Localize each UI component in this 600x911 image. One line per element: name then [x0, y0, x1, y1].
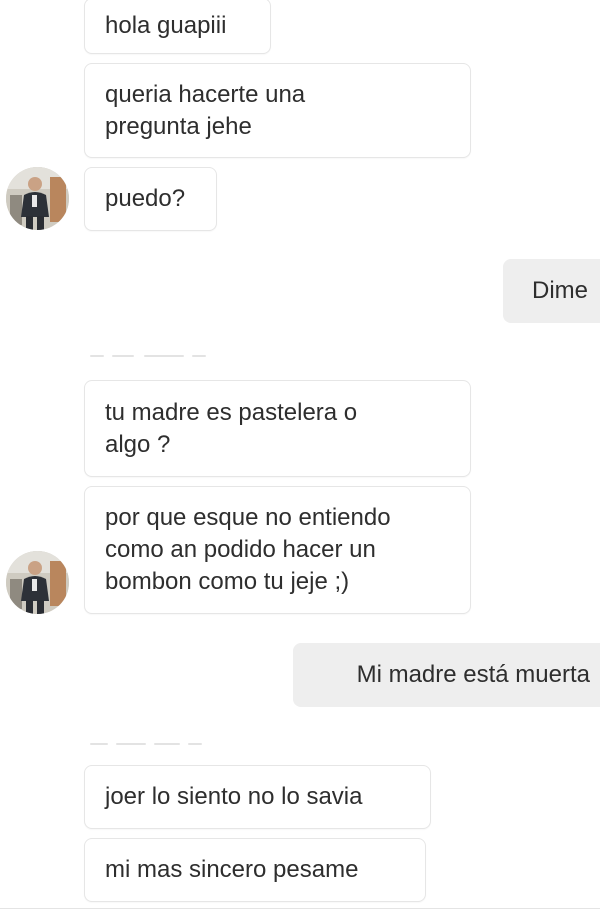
contact-avatar[interactable] — [6, 167, 69, 230]
message-text: Mi madre está muerta — [356, 661, 590, 688]
message-text: hola guapiii — [105, 12, 227, 39]
sender-name-faded — [88, 740, 208, 748]
contact-avatar[interactable] — [6, 551, 69, 614]
incoming-message-bubble[interactable]: por que esque no entiendo como an podido… — [84, 486, 471, 614]
chat-thread: hola guapiii queria hacerte una pregunta… — [0, 0, 600, 911]
message-text: puedo? — [105, 185, 186, 212]
message-text: joer lo siento no lo savia — [105, 783, 363, 810]
incoming-message-bubble[interactable]: tu madre es pastelera o algo ? — [84, 380, 471, 477]
outgoing-message-bubble[interactable]: Mi madre está muerta — [293, 643, 600, 707]
outgoing-message-bubble[interactable]: Dime — [503, 259, 600, 323]
incoming-message-bubble[interactable]: joer lo siento no lo savia — [84, 765, 431, 829]
message-text: Dime — [531, 277, 588, 304]
message-text: tu madre es pastelera o algo ? — [105, 398, 358, 458]
message-text: mi mas sincero pesame — [105, 856, 359, 883]
incoming-message-bubble[interactable]: puedo? — [84, 167, 217, 231]
contact-avatar-photo-icon — [6, 551, 69, 614]
sender-name-faded — [88, 352, 208, 360]
incoming-message-bubble[interactable]: hola guapiii — [84, 0, 271, 54]
incoming-message-bubble[interactable]: mi mas sincero pesame — [84, 838, 426, 902]
message-text: queria hacerte una pregunta jehe — [105, 80, 306, 140]
contact-avatar-photo-icon — [6, 167, 69, 230]
incoming-message-bubble[interactable]: queria hacerte una pregunta jehe — [84, 63, 471, 158]
message-text: por que esque no entiendo como an podido… — [105, 504, 391, 595]
divider — [0, 908, 600, 909]
